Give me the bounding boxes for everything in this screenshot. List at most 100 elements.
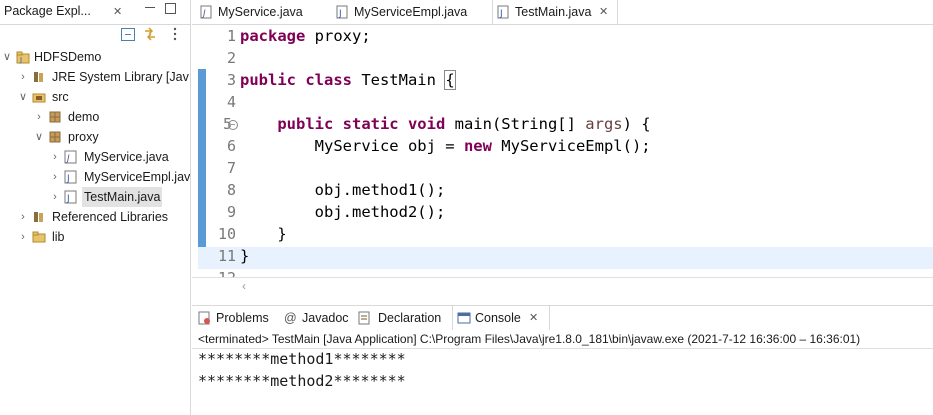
svg-text:J: J	[338, 9, 342, 19]
console-output-line: ********method2********	[198, 372, 406, 390]
bottom-tab-bar: Problems @ Javadoc Declaration Console ✕	[192, 305, 933, 331]
line-number: 6	[226, 137, 236, 155]
tree-item-label: MyService.java	[84, 150, 169, 164]
code-text: TestMain	[351, 71, 446, 89]
code-line: public static void main(String[] args) {	[240, 115, 651, 133]
link-with-editor-icon[interactable]	[143, 27, 157, 41]
tree-item-label: MyServiceEmpl.jav	[84, 170, 190, 184]
chevron-right-icon[interactable]: ›	[50, 167, 60, 187]
chevron-right-icon[interactable]: ›	[34, 107, 44, 127]
chevron-right-icon[interactable]: ›	[18, 67, 28, 87]
tree-item-project[interactable]: ∨ J HDFSDemo	[0, 47, 190, 67]
close-icon[interactable]: ✕	[599, 0, 608, 24]
line-number: 12	[206, 269, 236, 277]
tab-label: Javadoc	[302, 311, 349, 325]
java-file-icon: J	[64, 170, 78, 184]
keyword: public static void	[277, 115, 446, 133]
tab-label: Declaration	[378, 311, 442, 325]
chevron-right-icon[interactable]: ›	[50, 147, 60, 167]
tree-item-testmain[interactable]: › J TestMain.java	[0, 187, 190, 207]
current-line-highlight	[198, 247, 933, 269]
svg-text:J: J	[19, 56, 22, 64]
tree-item-label: Referenced Libraries	[52, 210, 169, 224]
tree-item-label: demo	[68, 110, 100, 124]
package-explorer-toolbar	[0, 24, 190, 46]
tree-item-referenced-libraries[interactable]: › Referenced Libraries	[0, 207, 190, 227]
tree-item-label: proxy	[68, 130, 99, 144]
view-menu-icon[interactable]	[173, 27, 177, 41]
tab-testmain[interactable]: J TestMain.java ✕	[492, 0, 618, 24]
line-number: 10	[217, 225, 236, 243]
tree-item-jre[interactable]: › JRE System Library [Jav	[0, 67, 190, 87]
svg-text:J: J	[66, 174, 70, 184]
tab-label: Console	[475, 311, 521, 325]
parameter: args	[585, 115, 623, 133]
tree-item-myserviceempl[interactable]: › J MyServiceEmpl.jav	[0, 167, 190, 187]
fold-icon[interactable]: −	[228, 120, 238, 130]
maximize-icon[interactable]	[165, 3, 176, 14]
problems-icon	[198, 311, 212, 325]
code-text: ) {	[622, 115, 651, 133]
close-icon[interactable]: ✕	[113, 5, 122, 18]
line-number: 11	[217, 247, 236, 265]
bracket-match: {	[444, 70, 456, 90]
svg-text:J: J	[499, 9, 503, 19]
package-explorer: Package Expl... ✕ ∨ J HDFSDemo › JRE Sys…	[0, 0, 191, 415]
code-text: MyServiceEmpl();	[491, 137, 651, 155]
tab-console[interactable]: Console ✕	[452, 306, 550, 330]
code-editor[interactable]: 1 package proxy; 2 3 public class TestMa…	[192, 25, 933, 295]
tree-item-label: TestMain.java	[82, 187, 163, 207]
tab-problems[interactable]: Problems	[198, 306, 280, 330]
scroll-left-icon[interactable]: ‹	[242, 279, 246, 293]
tab-label: MyServiceEmpl.java	[354, 5, 468, 19]
chevron-right-icon[interactable]: ›	[18, 207, 28, 227]
code-text: proxy;	[305, 27, 371, 45]
package-explorer-tab[interactable]: Package Expl... ✕	[0, 0, 190, 25]
java-interface-file-icon: J	[200, 5, 213, 19]
chevron-down-icon[interactable]: ∨	[2, 47, 12, 67]
code-text: obj.method2();	[314, 203, 446, 221]
chevron-right-icon[interactable]: ›	[18, 227, 28, 247]
code-line: }	[240, 247, 249, 265]
tree-item-src[interactable]: ∨ src	[0, 87, 190, 107]
tab-myservice[interactable]: J MyService.java	[198, 0, 338, 24]
tab-declaration[interactable]: Declaration	[358, 306, 450, 330]
project-icon: J	[16, 50, 30, 64]
tree-item-label: JRE System Library [Jav	[52, 70, 189, 84]
tree-item-label: src	[52, 90, 69, 104]
code-line: }	[240, 225, 286, 243]
tab-label: TestMain.java	[515, 5, 592, 19]
keyword: public class	[240, 71, 352, 89]
tree-item-label: HDFSDemo	[34, 50, 102, 64]
package-icon	[48, 130, 62, 144]
source-folder-icon	[32, 90, 46, 104]
tab-label: MyService.java	[218, 5, 303, 19]
editor-tab-bar: J MyService.java J MyServiceEmpl.java J …	[192, 0, 933, 25]
library-icon	[32, 70, 46, 84]
tab-javadoc[interactable]: @ Javadoc	[284, 306, 356, 330]
library-icon	[32, 210, 46, 224]
minimize-icon[interactable]	[145, 3, 155, 13]
chevron-down-icon[interactable]: ∨	[34, 127, 44, 147]
console-view[interactable]: <terminated> TestMain [Java Application]…	[192, 330, 933, 415]
line-number: 8	[226, 181, 236, 199]
keyword: package	[240, 27, 306, 45]
java-file-icon: J	[336, 5, 349, 19]
tree-item-lib[interactable]: › lib	[0, 227, 190, 247]
code-text: }	[240, 247, 250, 265]
collapse-all-icon[interactable]	[121, 28, 135, 41]
chevron-down-icon[interactable]: ∨	[18, 87, 28, 107]
code-text: main(String[]	[445, 115, 586, 133]
change-ruler	[198, 69, 206, 267]
chevron-right-icon[interactable]: ›	[50, 187, 60, 207]
tree-item-label: lib	[52, 230, 65, 244]
close-icon[interactable]: ✕	[529, 306, 538, 330]
java-file-icon: J	[64, 190, 78, 204]
horizontal-scrollbar[interactable]: ‹	[192, 277, 933, 295]
tree-item-myservice[interactable]: › J MyService.java	[0, 147, 190, 167]
tree-item-demo[interactable]: › demo	[0, 107, 190, 127]
line-number: 1	[226, 27, 236, 45]
tab-myserviceempl[interactable]: J MyServiceEmpl.java	[334, 0, 492, 24]
code-text: obj.method1();	[314, 181, 446, 199]
tree-item-proxy[interactable]: ∨ proxy	[0, 127, 190, 147]
